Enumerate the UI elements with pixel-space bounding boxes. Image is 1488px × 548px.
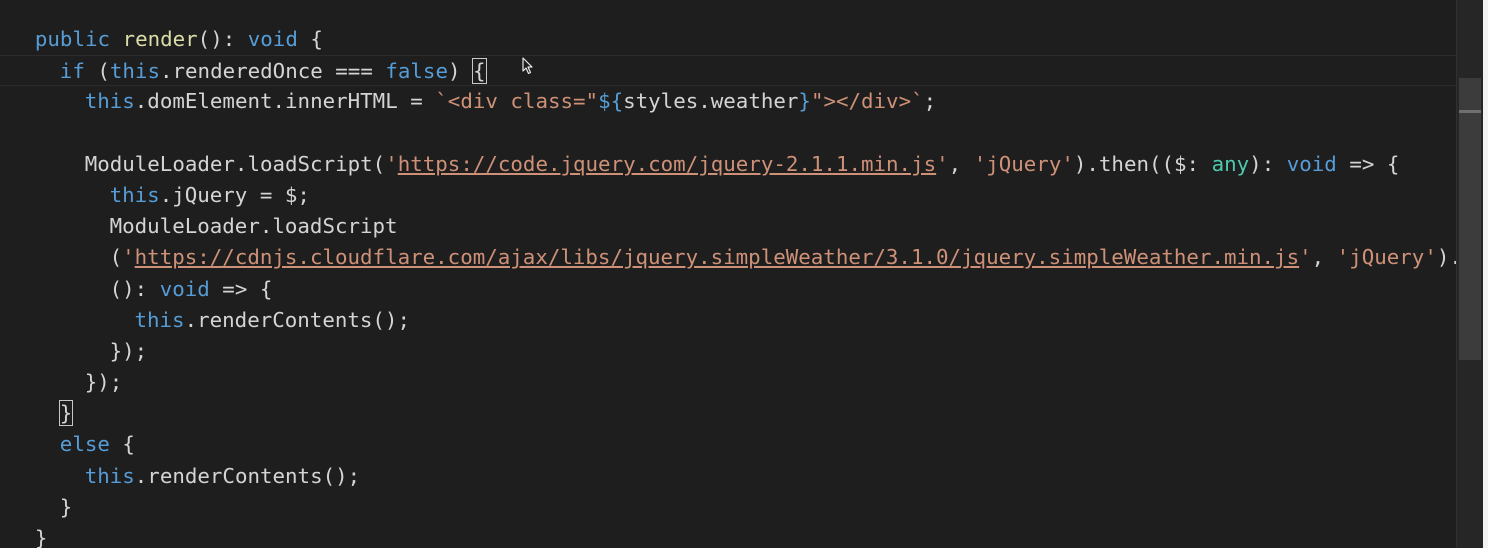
code-token: this [84, 89, 135, 114]
scrollbar-thumb[interactable] [1459, 78, 1481, 360]
code-token: (): [109, 276, 160, 301]
code-line[interactable]: ModuleLoader.loadScript('https://code.jq… [0, 149, 1456, 180]
code-token: any [1211, 151, 1250, 176]
code-token: public [34, 27, 111, 51]
code-token: .renderedOnce === [159, 59, 386, 84]
code-token: .renderContents(); [184, 307, 410, 332]
code-token: { [297, 27, 323, 51]
code-line[interactable]: ModuleLoader.loadScript [0, 211, 1456, 242]
code-token: ' [1299, 245, 1312, 270]
code-token: 'jQuery' [1336, 245, 1437, 270]
code-token: render [122, 27, 198, 51]
code-line[interactable]: }); [0, 336, 1456, 367]
code-line[interactable]: this.jQuery = $; [0, 180, 1456, 211]
code-line[interactable]: } [0, 492, 1456, 523]
code-token: } [798, 89, 811, 114]
code-token: void [247, 27, 298, 51]
code-token: styles.weather [623, 89, 799, 114]
code-line[interactable]: } [0, 523, 1456, 548]
code-token: , [948, 151, 974, 176]
code-line[interactable]: else { [0, 429, 1456, 460]
code-token: if [59, 59, 85, 84]
scrollbar-cursor-marker [1459, 110, 1481, 113]
window-edge [1483, 0, 1488, 548]
code-token: .jQuery = $; [159, 182, 310, 207]
code-token: , [1311, 245, 1337, 270]
code-token: ( [109, 245, 123, 270]
code-token: ).then(($: [1073, 151, 1212, 176]
code-line[interactable]: (): void => { [0, 274, 1456, 305]
code-token: ' [122, 245, 135, 270]
code-line[interactable] [0, 118, 1456, 149]
code-token: this [134, 307, 185, 332]
code-token: ModuleLoader.loadScript( [84, 151, 386, 176]
code-token: this [84, 463, 135, 488]
code-token: ${ [598, 89, 624, 114]
code-token: ' [936, 151, 949, 176]
vertical-scrollbar[interactable] [1456, 0, 1483, 548]
code-line[interactable]: this.domElement.innerHTML = `<div class=… [0, 86, 1456, 117]
code-token: ' [385, 151, 398, 176]
code-token: => { [1336, 151, 1400, 176]
code-line[interactable]: this.renderContents(); [0, 461, 1456, 492]
code-token: ) [447, 59, 474, 84]
url-link[interactable]: https://cdnjs.cloudflare.com/ajax/libs/j… [135, 245, 1299, 269]
code-line[interactable]: }); [0, 367, 1456, 398]
code-token: ): [1249, 151, 1287, 176]
code-token: void [1286, 151, 1337, 176]
code-token: else [59, 432, 110, 457]
code-token: 'jQuery' [973, 151, 1074, 176]
code-token: ).th [1436, 245, 1456, 270]
code-token: this [109, 182, 160, 207]
code-token: => { [209, 276, 273, 301]
code-token: .domElement.innerHTML = [134, 89, 436, 114]
code-token: false [385, 59, 448, 84]
code-token: (): [197, 27, 248, 51]
code-token: "></div>` [810, 89, 924, 114]
code-line[interactable]: if (this.renderedOnce === false) { [0, 55, 1456, 87]
mouse-pointer-icon [522, 57, 533, 75]
matching-bracket: } [58, 400, 74, 427]
code-line[interactable]: public render(): void { [0, 24, 1456, 55]
code-token: .renderContents(); [134, 463, 361, 488]
code-editor[interactable]: public render(): void {if (this.rendered… [0, 0, 1488, 548]
code-token: }); [84, 370, 123, 395]
code-line[interactable]: this.renderContents(); [0, 305, 1456, 336]
code-token: ( [84, 59, 110, 84]
code-token: `<div class=" [435, 89, 599, 114]
code-token: } [59, 494, 73, 519]
code-line[interactable]: ('https://cdnjs.cloudflare.com/ajax/libs… [0, 242, 1456, 273]
url-link[interactable]: https://code.jquery.com/jquery-2.1.1.min… [398, 152, 936, 176]
code-token: } [34, 526, 48, 548]
code-token: ModuleLoader.loadScript [109, 214, 398, 239]
code-line[interactable]: } [0, 398, 1456, 429]
code-token: this [109, 59, 160, 84]
code-token: void [159, 276, 210, 301]
matching-bracket: { [472, 58, 487, 85]
code-area[interactable]: public render(): void {if (this.rendered… [0, 24, 1456, 548]
code-token: ; [923, 89, 937, 114]
code-token: }); [109, 338, 148, 363]
code-token: { [109, 432, 135, 457]
